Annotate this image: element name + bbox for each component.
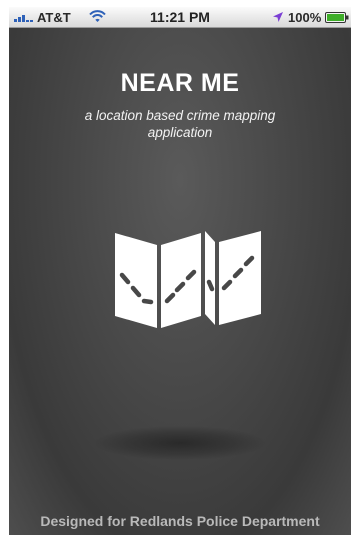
location-arrow-icon — [273, 12, 283, 22]
battery-percent: 100% — [288, 10, 322, 25]
battery-icon — [325, 12, 349, 23]
phone-screen: AT&T 11:21 PM 100% NEAR ME a location ba… — [9, 7, 351, 535]
folded-map-icon — [115, 231, 261, 328]
status-bar: AT&T 11:21 PM 100% — [9, 7, 351, 28]
app-subtitle: a location based crime mapping applicati… — [84, 108, 276, 140]
app-title: NEAR ME — [120, 69, 240, 97]
logo-shadow — [95, 426, 265, 460]
credit-footer: Designed for Redlands Police Department — [40, 513, 320, 529]
splash-screen: NEAR ME a location based crime mapping a… — [9, 28, 351, 535]
